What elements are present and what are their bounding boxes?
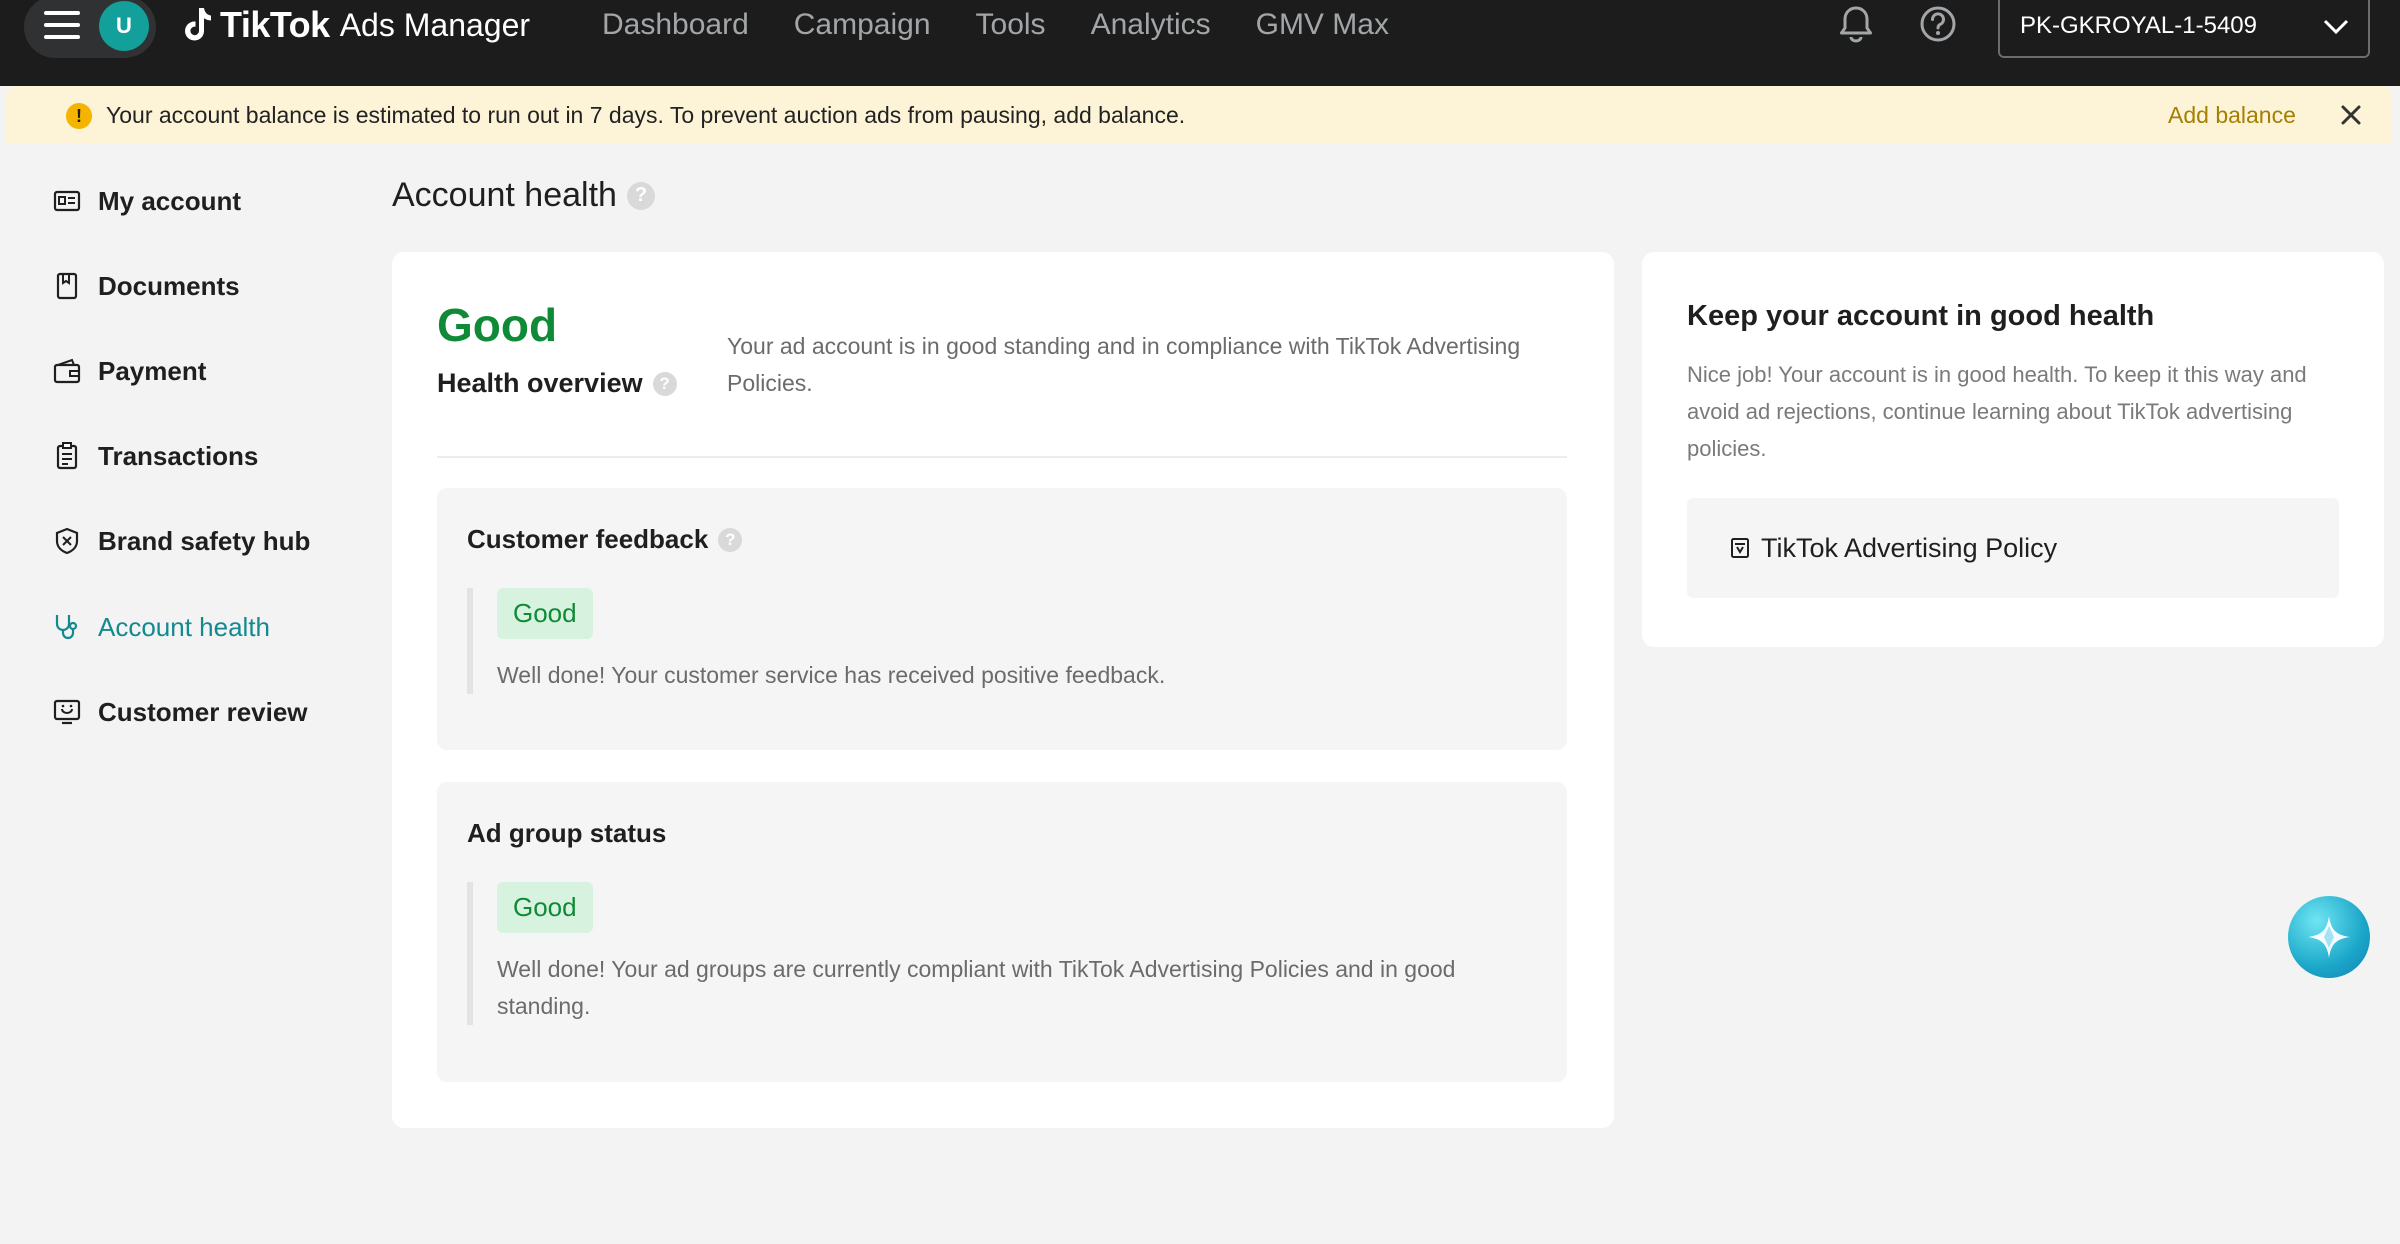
ad-group-status-section: Ad group status Good Well done! Your ad … <box>437 782 1567 1082</box>
sidebar-item-account-health[interactable]: Account health <box>52 602 270 652</box>
close-icon[interactable] <box>2338 102 2364 128</box>
add-balance-link[interactable]: Add balance <box>2168 100 2296 130</box>
product-name: Ads Manager <box>339 6 531 43</box>
policy-link-label: TikTok Advertising Policy <box>1761 532 2058 563</box>
keep-health-card: Keep your account in good health Nice jo… <box>1642 252 2384 647</box>
sidebar-item-transactions[interactable]: Transactions <box>52 431 258 481</box>
page-title-text: Account health <box>392 176 617 214</box>
shield-icon <box>55 527 79 555</box>
main-nav: Dashboard Campaign Tools Analytics GMV M… <box>602 4 1434 46</box>
document-icon <box>56 272 78 300</box>
divider <box>437 456 1567 458</box>
warning-icon: ! <box>66 103 92 129</box>
help-icon[interactable] <box>1918 4 1958 44</box>
page-title: Account health ? <box>392 176 655 215</box>
assistant-button[interactable] <box>2288 896 2370 978</box>
status-badge: Good <box>497 882 593 933</box>
sidebar-item-label: Account health <box>98 611 271 642</box>
review-icon <box>53 699 81 725</box>
stethoscope-icon <box>55 615 78 640</box>
section-body: Good Well done! Your ad groups are curre… <box>467 882 1507 1025</box>
sidebar-item-documents[interactable]: Documents <box>52 261 240 311</box>
sidebar-item-label: Documents <box>98 270 240 301</box>
sidebar-item-label: My account <box>98 185 242 216</box>
tiktok-logo[interactable]: TikTok Ads Manager <box>184 2 530 48</box>
section-title: Customer feedback ? <box>467 524 743 555</box>
sparkle-icon <box>2308 916 2350 958</box>
help-tooltip-icon[interactable]: ? <box>718 527 743 552</box>
nav-tools[interactable]: Tools <box>976 4 1046 46</box>
help-tooltip-icon[interactable]: ? <box>626 181 655 210</box>
side-card-description: Nice job! Your account is in good health… <box>1687 362 2307 461</box>
sidebar-item-my-account[interactable]: My account <box>52 176 241 226</box>
banner-message: Your account balance is estimated to run… <box>106 102 1186 128</box>
account-id: PK-GKROYAL-1-5409 <box>2020 12 2257 39</box>
nav-campaign[interactable]: Campaign <box>794 4 931 46</box>
section-title-text: Ad group status <box>467 818 667 848</box>
section-body: Good Well done! Your customer service ha… <box>467 588 1507 694</box>
section-title-text: Customer feedback <box>467 524 709 554</box>
brand-name: TikTok <box>220 4 330 45</box>
overview-description: Your ad account is in good standing and … <box>727 333 1521 396</box>
id-card-icon <box>53 190 81 212</box>
overall-status: Good <box>437 299 558 351</box>
bell-icon[interactable] <box>1836 4 1876 44</box>
sidebar-item-label: Brand safety hub <box>98 525 311 556</box>
nav-gmv-max[interactable]: GMV Max <box>1256 4 1389 46</box>
sidebar-item-brand-safety-hub[interactable]: Brand safety hub <box>52 516 310 566</box>
hamburger-menu-icon[interactable] <box>44 10 80 40</box>
policy-document-icon <box>1731 538 1749 558</box>
health-overview-card: Good Health overview ? Your ad account i… <box>392 252 1614 1128</box>
avatar[interactable]: U <box>99 1 149 51</box>
account-selector[interactable]: PK-GKROYAL-1-5409 <box>1998 0 2370 58</box>
tiktok-note-icon <box>185 8 211 41</box>
status-badge: Good <box>497 588 593 639</box>
nav-analytics[interactable]: Analytics <box>1091 4 1211 46</box>
nav-dashboard[interactable]: Dashboard <box>602 4 749 46</box>
sidebar-item-label: Payment <box>98 355 207 386</box>
help-tooltip-icon[interactable]: ? <box>652 371 677 396</box>
section-title: Ad group status <box>467 818 666 849</box>
advertising-policy-link[interactable]: TikTok Advertising Policy <box>1687 498 2339 598</box>
receipt-icon <box>56 442 78 470</box>
side-card-title: Keep your account in good health <box>1687 300 2155 332</box>
health-overview-label: Health overview ? <box>437 368 677 399</box>
health-overview-text: Health overview <box>437 368 643 398</box>
top-bar: U TikTok Ads Manager Dashboard Campaign … <box>0 0 2400 86</box>
sidebar-item-customer-review[interactable]: Customer review <box>52 687 308 737</box>
chevron-down-icon <box>2323 19 2349 35</box>
sidebar-item-payment[interactable]: Payment <box>52 346 206 396</box>
customer-feedback-section: Customer feedback ? Good Well done! Your… <box>437 488 1567 750</box>
sidebar-item-label: Customer review <box>98 696 308 727</box>
section-description: Well done! Your ad groups are currently … <box>497 956 1456 1019</box>
section-description: Well done! Your customer service has rec… <box>497 662 1166 688</box>
balance-warning-banner: ! Your account balance is estimated to r… <box>6 86 2392 144</box>
sidebar-item-label: Transactions <box>98 440 259 471</box>
wallet-icon <box>53 358 81 384</box>
